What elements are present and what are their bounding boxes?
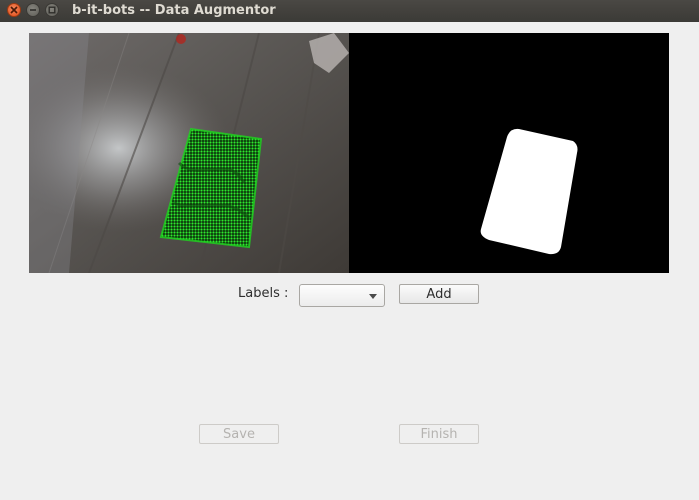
add-button[interactable]: Add — [399, 284, 479, 304]
maximize-icon[interactable] — [45, 3, 59, 17]
chevron-down-icon — [369, 294, 377, 299]
finish-button[interactable]: Finish — [399, 424, 479, 444]
window-title: b-it-bots -- Data Augmentor — [72, 3, 276, 18]
labels-caption: Labels : — [238, 286, 289, 301]
title-bar: b-it-bots -- Data Augmentor — [0, 0, 699, 22]
save-button[interactable]: Save — [199, 424, 279, 444]
mask-image — [349, 33, 669, 273]
object-mask — [480, 128, 578, 255]
close-icon[interactable] — [7, 3, 21, 17]
minimize-icon[interactable] — [26, 3, 40, 17]
labels-combobox[interactable] — [299, 284, 385, 307]
camera-image — [29, 33, 349, 273]
